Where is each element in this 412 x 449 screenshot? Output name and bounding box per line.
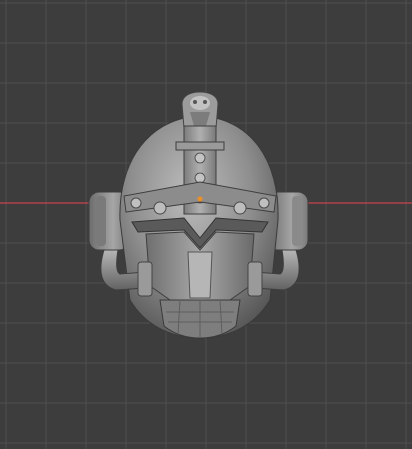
3d-viewport[interactable] (0, 0, 412, 449)
object-origin-marker (197, 196, 203, 202)
helmet-model[interactable] (0, 0, 412, 449)
crest-ornament (181, 91, 219, 129)
